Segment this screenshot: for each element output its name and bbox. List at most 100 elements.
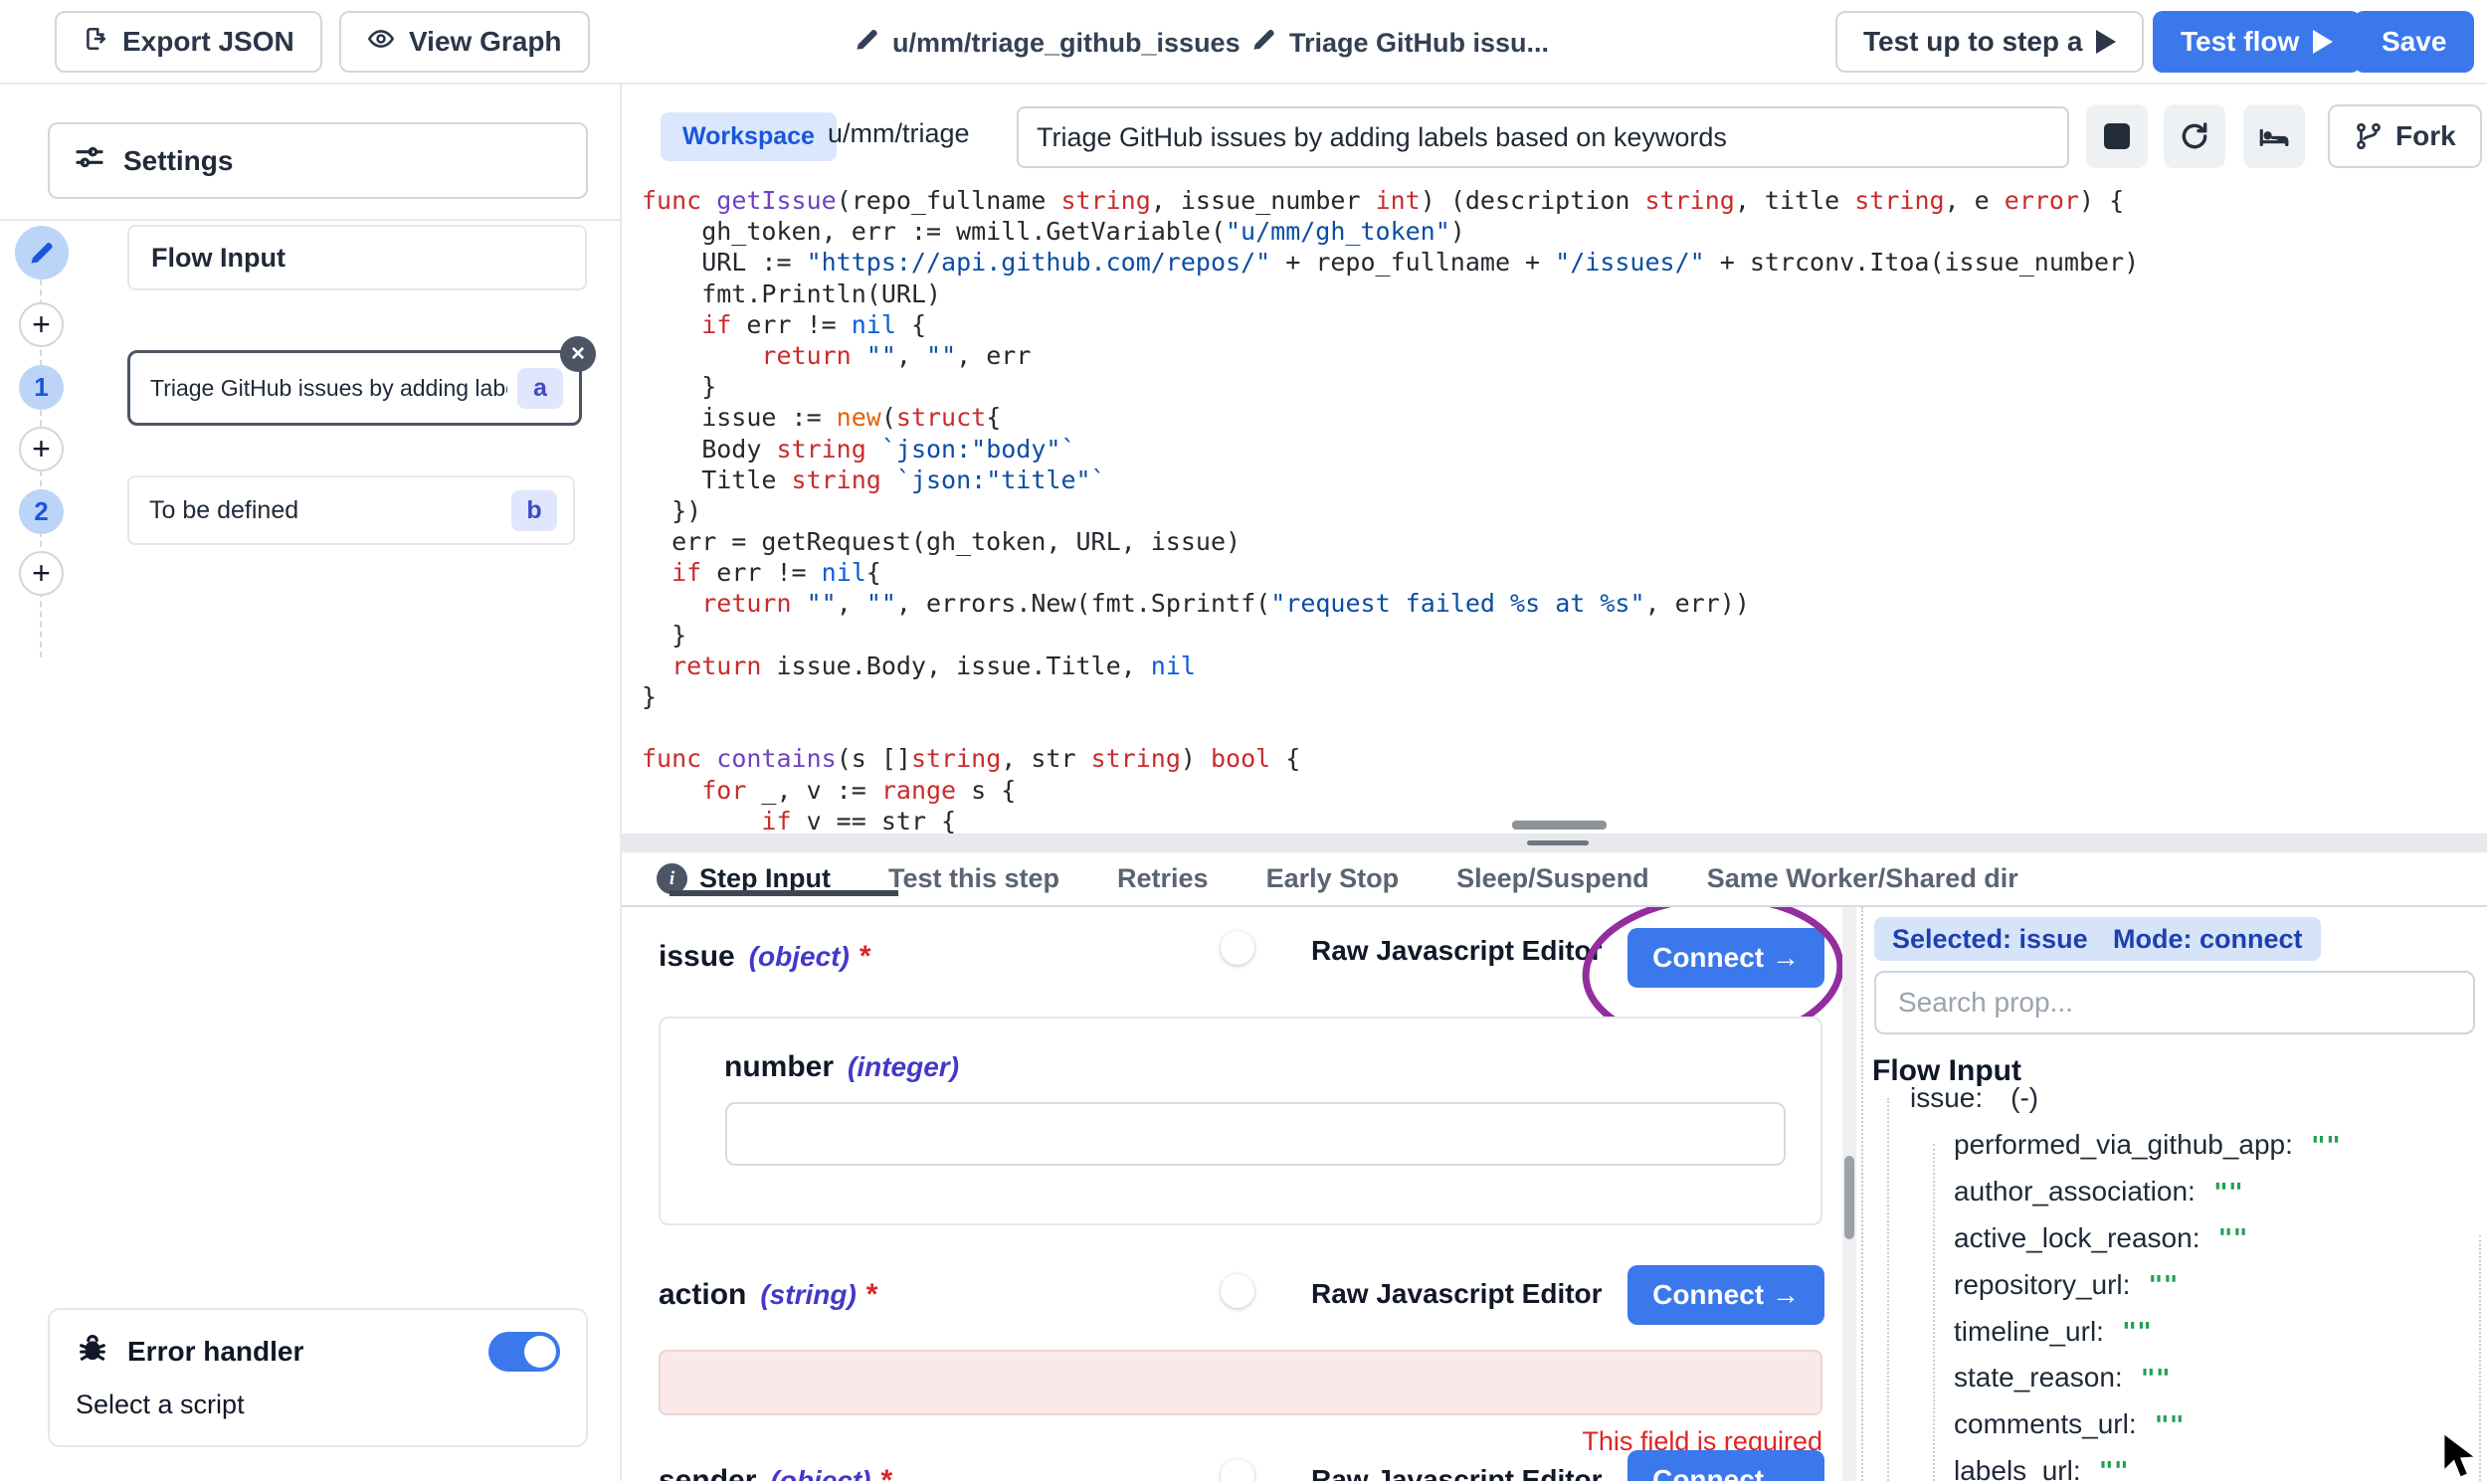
settings-button[interactable]: Settings [48, 122, 588, 199]
remove-step-button[interactable]: × [560, 336, 596, 372]
prop-row[interactable]: author_association: "" [1954, 1169, 2341, 1215]
workspace-badge: Workspace [661, 112, 837, 161]
bug-icon [76, 1333, 109, 1372]
code-hscrollbar[interactable] [1512, 821, 1607, 830]
step-number-bubble: 2 [19, 489, 64, 534]
step-id-badge: a [517, 368, 563, 409]
code-editor[interactable]: func getIssue(repo_fullname string, issu… [622, 177, 2487, 834]
field-number-label: number(integer) [724, 1050, 959, 1084]
add-step-button[interactable]: + [19, 302, 64, 347]
prop-key: performed_via_github_app: [1954, 1129, 2293, 1161]
connect-sender-button[interactable]: Connect → [1627, 1450, 1824, 1481]
step-input-form: issue(object)* Raw Javascript Editor Con… [622, 907, 1842, 1481]
prop-key: comments_url: [1954, 1408, 2137, 1440]
prop-root-issue[interactable]: issue: (-) [1910, 1082, 2038, 1114]
form-scrollbar-thumb[interactable] [1844, 1156, 1854, 1239]
step-label: To be defined [149, 496, 298, 525]
prop-value: "" [2099, 1456, 2129, 1481]
top-bar: Export JSON View Graph u/mm/triage_githu… [0, 0, 2487, 85]
add-step-button[interactable]: + [19, 551, 64, 596]
step-number-bubble: 1 [19, 365, 64, 410]
prop-list: performed_via_github_app:""author_associ… [1954, 1122, 2341, 1481]
tab-retries[interactable]: Retries [1117, 863, 1209, 894]
step-node-b[interactable]: To be defined b [127, 475, 575, 545]
step-tabs: i Step Input Test this step Retries Earl… [622, 852, 2487, 907]
flow-input-icon[interactable] [15, 226, 69, 279]
prop-row[interactable]: state_reason:"" [1954, 1355, 2341, 1401]
git-fork-icon [2354, 121, 2384, 151]
prop-key: labels_url: [1954, 1455, 2081, 1481]
sliders-icon [74, 141, 105, 180]
fork-label: Fork [2395, 120, 2456, 152]
form-scrollbar-track[interactable] [1842, 907, 1856, 1481]
issue-object-card: number(integer) [659, 1017, 1822, 1225]
pencil-icon [1250, 26, 1277, 60]
export-icon [83, 26, 108, 59]
play-icon [2313, 30, 2333, 54]
tab-test-this-step[interactable]: Test this step [888, 863, 1059, 894]
prop-row[interactable]: performed_via_github_app:"" [1954, 1122, 2341, 1169]
field-sender-label: sender(object)* [659, 1464, 892, 1481]
save-button[interactable]: Save [2354, 11, 2474, 73]
refresh-button[interactable] [2164, 104, 2225, 168]
prop-row[interactable]: labels_url: "" [1954, 1448, 2341, 1481]
summary-input[interactable] [1017, 106, 2069, 168]
tab-sleep-suspend[interactable]: Sleep/Suspend [1456, 863, 1649, 894]
connect-issue-button[interactable]: Connect → [1627, 928, 1824, 988]
field-action-label: action(string)* [659, 1278, 877, 1312]
test-up-to-step-button[interactable]: Test up to step a [1835, 11, 2144, 73]
error-handler-card[interactable]: Error handler Select a script [48, 1308, 588, 1447]
action-input[interactable] [659, 1350, 1822, 1415]
resize-handle[interactable] [1527, 840, 1589, 845]
test-flow-label: Test flow [2181, 26, 2299, 58]
test-flow-button[interactable]: Test flow [2153, 11, 2361, 73]
prop-value: "" [2213, 1178, 2243, 1206]
prop-key: active_lock_reason: [1954, 1222, 2200, 1254]
settings-label: Settings [123, 145, 233, 177]
mouse-cursor [2439, 1430, 2487, 1484]
breadcrumb-path[interactable]: u/mm/triage_github_issues [854, 26, 1241, 60]
code-content: func getIssue(repo_fullname string, issu… [642, 185, 2139, 834]
eye-icon [367, 25, 395, 60]
view-graph-label: View Graph [409, 26, 562, 58]
view-graph-button[interactable]: View Graph [339, 11, 590, 73]
stop-icon [2104, 123, 2130, 149]
add-step-button[interactable]: + [19, 427, 64, 471]
prop-key: repository_url: [1954, 1269, 2130, 1301]
prop-key: author_association: [1954, 1176, 2196, 1207]
search-prop-input[interactable] [1874, 971, 2475, 1034]
error-handler-title: Error handler [127, 1336, 471, 1368]
active-tab-underline [670, 890, 898, 896]
error-handler-subtitle: Select a script [76, 1390, 560, 1420]
breadcrumb-summary[interactable]: Triage GitHub issu... [1250, 26, 1549, 60]
stop-button[interactable] [2086, 104, 2148, 168]
tree-guide [1887, 1098, 1889, 1481]
prop-value: "" [2122, 1317, 2152, 1346]
sleep-button[interactable] [2243, 104, 2305, 168]
flow-input-node[interactable]: Flow Input [127, 225, 587, 290]
connect-action-button[interactable]: Connect → [1627, 1265, 1824, 1325]
step-label: Triage GitHub issues by adding labels ..… [150, 375, 507, 402]
prop-row[interactable]: comments_url:"" [1954, 1401, 2341, 1448]
connect-panel: Selected: issue Mode: connect Flow Input… [1864, 907, 2487, 1481]
export-json-button[interactable]: Export JSON [55, 11, 322, 73]
prop-row[interactable]: timeline_url: "" [1954, 1308, 2341, 1355]
raw-js-label: Raw Javascript Editor [1311, 935, 1603, 967]
tab-step-input[interactable]: i Step Input [657, 863, 831, 894]
fork-button[interactable]: Fork [2328, 104, 2482, 168]
error-handler-toggle[interactable] [488, 1332, 560, 1372]
prop-value: "" [2141, 1364, 2171, 1392]
prop-row[interactable]: repository_url:"" [1954, 1261, 2341, 1308]
prop-value: "" [2217, 1223, 2247, 1252]
step-node-a[interactable]: Triage GitHub issues by adding labels ..… [127, 350, 582, 426]
script-path[interactable]: u/mm/triage [828, 118, 970, 149]
prop-row[interactable]: active_lock_reason: "" [1954, 1215, 2341, 1262]
sidebar-divider [0, 219, 622, 221]
field-issue-label: issue(object)* [659, 940, 871, 974]
raw-js-label: Raw Javascript Editor [1311, 1278, 1603, 1310]
mode-badge: Mode: connect [2095, 917, 2321, 961]
tab-same-worker[interactable]: Same Worker/Shared dir [1707, 863, 2018, 894]
prop-key: timeline_url: [1954, 1316, 2104, 1348]
tab-early-stop[interactable]: Early Stop [1266, 863, 1400, 894]
number-input[interactable] [725, 1102, 1786, 1166]
